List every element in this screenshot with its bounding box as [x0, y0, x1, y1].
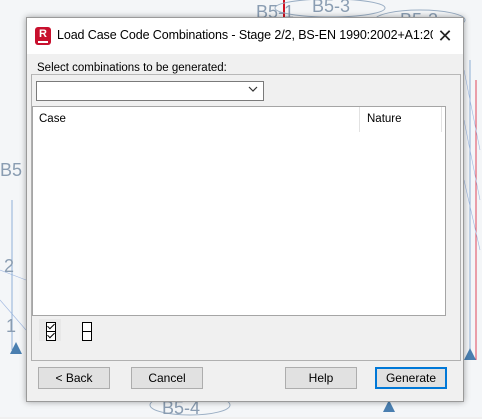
column-header-nature[interactable]: Nature [360, 107, 442, 132]
dialog-titlebar[interactable]: R Load Case Code Combinations - Stage 2/… [27, 18, 463, 54]
background-label: 1 [6, 316, 17, 336]
cancel-button[interactable]: Cancel [131, 367, 203, 389]
unchecked-box-icon [82, 331, 92, 341]
background-label: B5 [0, 160, 23, 180]
cases-list-header: Case Nature [33, 107, 445, 132]
help-button[interactable]: Help [285, 367, 357, 389]
generate-button[interactable]: Generate [375, 367, 447, 389]
cases-list[interactable]: Case Nature [32, 106, 446, 316]
help-button-label: Help [308, 371, 334, 385]
background-label: 2 [4, 256, 15, 276]
checked-box-icon [46, 331, 56, 341]
revit-app-icon: R [35, 27, 51, 45]
chevron-down-icon[interactable] [248, 84, 258, 97]
select-combinations-label: Select combinations to be generated: [37, 62, 227, 74]
load-case-combinations-dialog: R Load Case Code Combinations - Stage 2/… [26, 17, 464, 402]
generate-button-label: Generate [385, 371, 437, 385]
back-button[interactable]: < Back [38, 367, 110, 389]
clear-all-button[interactable] [75, 319, 97, 341]
close-icon[interactable]: ✕ [431, 22, 459, 50]
app-icon-letter: R [39, 28, 47, 40]
back-button-label: < Back [55, 371, 93, 385]
select-all-button[interactable] [39, 319, 61, 341]
cancel-button-label: Cancel [148, 371, 186, 385]
background-label: B5-3 [312, 0, 351, 16]
column-header-case[interactable]: Case [33, 107, 360, 132]
combinations-dropdown[interactable] [36, 81, 264, 101]
dialog-title: Load Case Code Combinations - Stage 2/2,… [57, 28, 433, 42]
